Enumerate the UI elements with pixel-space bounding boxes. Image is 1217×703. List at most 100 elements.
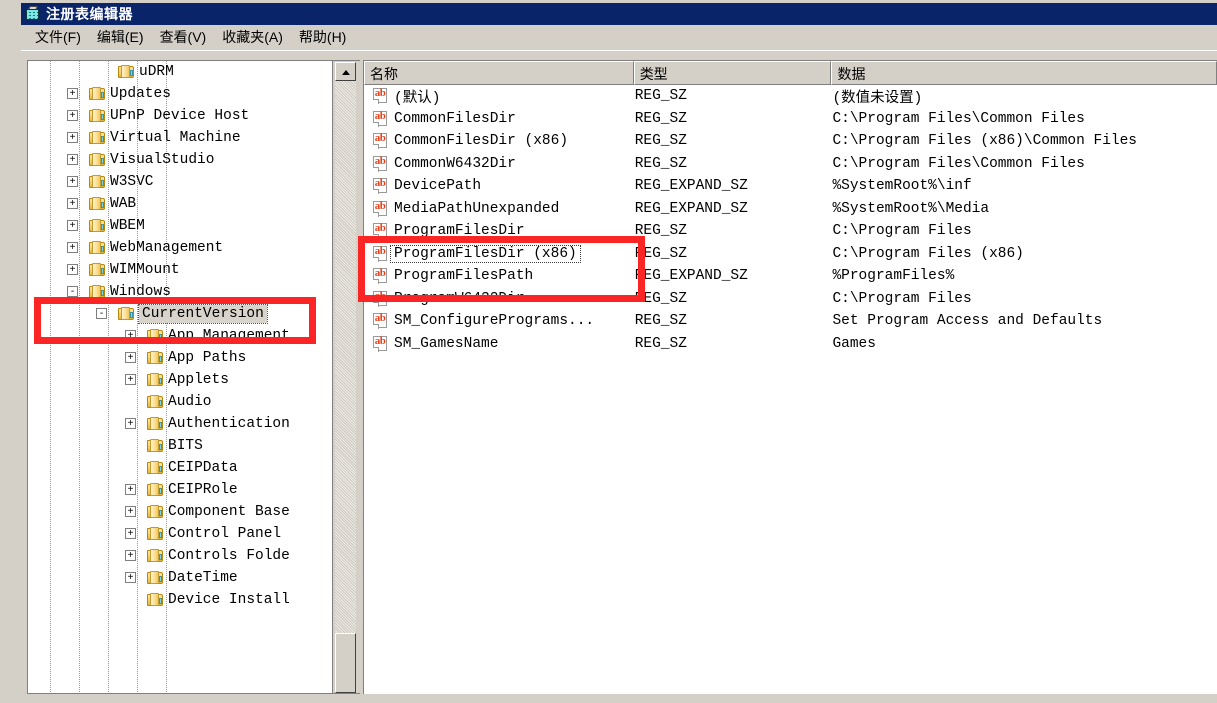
string-value-icon: ab (373, 200, 389, 217)
menu-favorites[interactable]: 收藏夹(A) (214, 25, 291, 49)
menu-help[interactable]: 帮助(H) (291, 25, 354, 49)
registry-editor-icon (25, 6, 41, 22)
tree-expand-icon[interactable]: + (125, 374, 136, 385)
tree-expand-icon[interactable]: + (67, 176, 78, 187)
tree-node[interactable]: + Authentication (28, 413, 333, 435)
tree-scroll-thumb[interactable] (335, 633, 356, 693)
tree-node-label: WIMMount (110, 262, 180, 278)
string-value-icon: ab (373, 335, 389, 352)
column-data[interactable]: 数据 (831, 61, 1217, 85)
menu-view[interactable]: 查看(V) (152, 25, 215, 49)
value-name-text: SM_GamesName (394, 335, 499, 352)
tree-expand-icon[interactable]: + (67, 110, 78, 121)
list-row[interactable]: ab SM_ConfigurePrograms... REG_SZ Set Progr… (364, 310, 1217, 333)
registry-tree-pane[interactable]: uDRM + Updates + UPnP Device Host + Virtual Ma… (27, 60, 360, 694)
tree-node[interactable]: + Updates (28, 83, 333, 105)
cell-value-type: REG_SZ (634, 335, 687, 352)
tree-collapse-icon[interactable]: - (96, 308, 107, 319)
column-type[interactable]: 类型 (633, 61, 832, 85)
cell-value-data: C:\Program Files (832, 223, 972, 240)
tree-node[interactable]: Device Install (28, 589, 333, 611)
menu-separator (21, 49, 1217, 51)
tree-expand-icon[interactable]: + (125, 352, 136, 363)
list-row[interactable]: ab DevicePath REG_EXPAND_SZ %SystemRoot%\in… (364, 175, 1217, 198)
tree-node[interactable]: + CEIPRole (28, 479, 333, 501)
tree-expand-icon[interactable]: + (67, 154, 78, 165)
cell-value-name: ab MediaPathUnexpanded (364, 200, 635, 217)
menu-edit[interactable]: 编辑(E) (89, 25, 152, 49)
tree-node[interactable]: + Applets (28, 369, 333, 391)
tree-node[interactable]: + Controls Folde (28, 545, 333, 567)
tree-node[interactable]: - CurrentVersion (28, 303, 333, 325)
tree-node-label: BITS (168, 438, 203, 454)
cell-value-data: C:\Program Files\Common Files (832, 110, 1085, 127)
tree-expand-icon[interactable]: + (67, 132, 78, 143)
tree-node[interactable]: CEIPData (28, 457, 333, 479)
list-row[interactable]: ab ProgramW6432Dir REG_SZ C:\Program Files (364, 288, 1217, 311)
list-row[interactable]: ab CommonFilesDir (x86) REG_SZ C:\Program F… (364, 130, 1217, 153)
tree-node[interactable]: Audio (28, 391, 333, 413)
tree-node[interactable]: + Component Base (28, 501, 333, 523)
tree-node[interactable]: uDRM (28, 61, 333, 83)
list-row[interactable]: ab (默认) REG_SZ (数值未设置) (364, 85, 1217, 108)
tree-expand-icon[interactable]: + (67, 264, 78, 275)
cell-value-data: C:\Program Files (x86)\Common Files (832, 133, 1138, 150)
list-row[interactable]: ab ProgramFilesPath REG_EXPAND_SZ %ProgramF… (364, 265, 1217, 288)
tree-node[interactable]: BITS (28, 435, 333, 457)
tree-expand-icon[interactable]: + (125, 418, 136, 429)
list-row[interactable]: ab CommonFilesDir REG_SZ C:\Program Files\C… (364, 108, 1217, 131)
registry-values-list-pane[interactable]: 名称 类型 数据 ab (默认) REG_SZ (数值未设置) ab CommonFilesD… (363, 60, 1217, 694)
cell-value-name: ab SM_ConfigurePrograms... (364, 313, 635, 330)
tree-expand-icon[interactable]: + (125, 484, 136, 495)
tree-expand-icon[interactable]: + (67, 198, 78, 209)
list-row[interactable]: ab CommonW6432Dir REG_SZ C:\Program Files\C… (364, 153, 1217, 176)
tree-node[interactable]: + WIMMount (28, 259, 333, 281)
tree-node[interactable]: + UPnP Device Host (28, 105, 333, 127)
string-value-icon: ab (373, 88, 389, 105)
cell-value-data: %ProgramFiles% (832, 268, 955, 285)
tree-scroll-up-button[interactable] (335, 62, 356, 81)
tree-expand-icon[interactable]: + (67, 242, 78, 253)
folder-icon (89, 153, 106, 167)
tree-expand-icon[interactable]: + (67, 88, 78, 99)
tree-expand-icon[interactable]: + (67, 220, 78, 231)
tree-node[interactable]: + WBEM (28, 215, 333, 237)
tree-node[interactable]: + App Management (28, 325, 333, 347)
value-name-text: ProgramFilesDir (394, 223, 525, 240)
tree-expand-icon[interactable]: + (125, 330, 136, 341)
value-name-text: CommonFilesDir (x86) (394, 133, 569, 150)
folder-icon (147, 505, 164, 519)
tree-node-label: W3SVC (110, 174, 154, 190)
tree-expand-icon[interactable]: + (125, 550, 136, 561)
cell-value-data: %SystemRoot%\Media (832, 200, 990, 217)
tree-collapse-icon[interactable]: - (67, 286, 78, 297)
tree-node[interactable]: + App Paths (28, 347, 333, 369)
tree-node[interactable]: + WebManagement (28, 237, 333, 259)
tree-node[interactable]: + WAB (28, 193, 333, 215)
tree-expand-icon[interactable]: + (125, 572, 136, 583)
tree-node[interactable]: + DateTime (28, 567, 333, 589)
list-row[interactable]: ab MediaPathUnexpanded REG_EXPAND_SZ %Syste… (364, 198, 1217, 221)
tree-expand-icon[interactable]: + (125, 506, 136, 517)
cell-value-data: C:\Program Files\Common Files (832, 155, 1085, 172)
column-name[interactable]: 名称 (364, 61, 634, 85)
tree-node-label: Control Panel (168, 526, 282, 542)
tree-scroll-track[interactable] (335, 81, 356, 693)
folder-icon (147, 439, 164, 453)
tree-expand-icon[interactable]: + (125, 528, 136, 539)
list-row[interactable]: ab ProgramFilesDir REG_SZ C:\Program Files (364, 220, 1217, 243)
value-name-text: CommonFilesDir (394, 110, 516, 127)
cell-value-name: ab DevicePath (364, 178, 635, 195)
list-row[interactable]: ab SM_GamesName REG_SZ Games (364, 333, 1217, 356)
tree-node[interactable]: + Control Panel (28, 523, 333, 545)
tree-node[interactable]: + VisualStudio (28, 149, 333, 171)
list-row[interactable]: ab ProgramFilesDir (x86) REG_SZ C:\Program … (364, 243, 1217, 266)
folder-icon (147, 571, 164, 585)
tree-vertical-scrollbar[interactable] (332, 61, 360, 693)
tree-node[interactable]: - Windows (28, 281, 333, 303)
tree-node[interactable]: + W3SVC (28, 171, 333, 193)
window-frame-bottom (18, 696, 1217, 703)
tree-node[interactable]: + Virtual Machine (28, 127, 333, 149)
menu-file[interactable]: 文件(F) (27, 25, 89, 49)
tree-node-label: uDRM (139, 64, 174, 80)
